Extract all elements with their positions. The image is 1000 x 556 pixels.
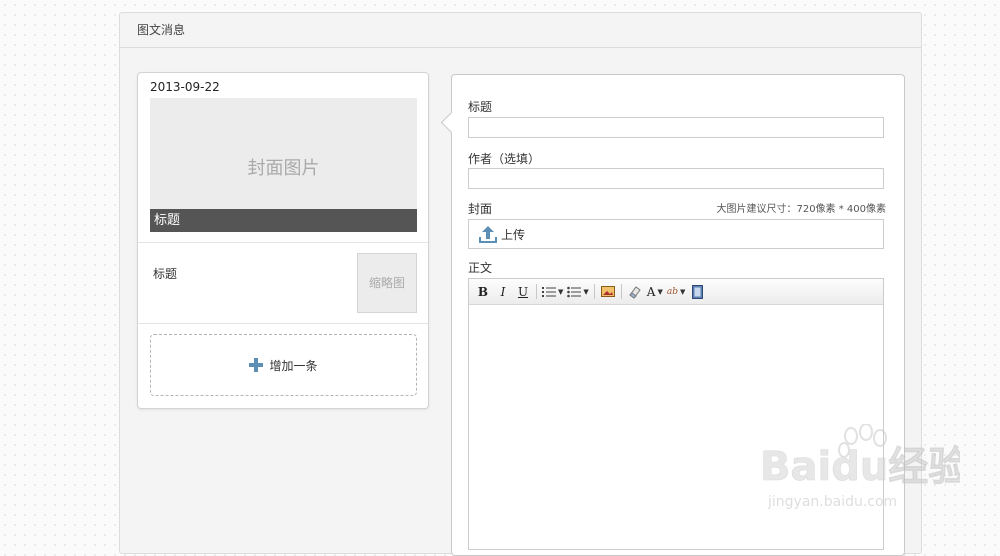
panel-title: 图文消息 — [120, 13, 921, 48]
cover-label: 封面 — [468, 202, 493, 216]
unordered-list-button[interactable]: ▼ — [567, 283, 589, 301]
message-list: 2013-09-22 封面图片 标题 标题 缩略图 增加一条 — [137, 72, 429, 409]
body-label: 正文 — [468, 261, 493, 275]
message-date: 2013-09-22 — [150, 80, 220, 94]
image-icon — [600, 286, 615, 297]
add-item-button[interactable]: 增加一条 — [150, 334, 417, 396]
watermark-url: jingyan.baidu.com — [767, 494, 897, 510]
title-input[interactable] — [468, 117, 884, 138]
video-icon — [691, 284, 703, 299]
upload-label: 上传 — [501, 227, 526, 242]
pointer-arrow — [440, 111, 463, 134]
underline-button[interactable]: U — [515, 283, 531, 301]
eraser-button[interactable] — [627, 283, 643, 301]
add-item-label: 增加一条 — [269, 358, 318, 373]
toolbar-separator — [620, 284, 622, 299]
author-label: 作者（选填） — [468, 152, 541, 166]
highlight-button[interactable]: ab ▼ — [667, 283, 686, 301]
cover-size-hint: 大图片建议尺寸：720像素 * 400像素 — [716, 204, 886, 215]
thumbnail-placeholder[interactable]: 缩略图 — [357, 253, 417, 313]
cover-title-bar: 标题 — [150, 209, 417, 232]
title-label: 标题 — [468, 100, 493, 114]
cover-placeholder: 封面图片 — [247, 158, 320, 179]
upload-button[interactable]: 上传 — [468, 219, 884, 249]
chevron-down-icon: ▼ — [583, 287, 589, 296]
watermark-brand: Baidu经验 — [760, 444, 960, 490]
font-color-button[interactable]: A ▼ — [647, 283, 663, 301]
chevron-down-icon: ▼ — [558, 287, 564, 296]
insert-video-button[interactable] — [689, 283, 705, 301]
baidu-paw-logo: Baidu经验 jingyan.baidu.com — [760, 423, 969, 510]
baidu-watermark: Baidu经验 jingyan.baidu.com — [760, 423, 969, 527]
divider — [138, 242, 428, 243]
chevron-down-icon: ▼ — [657, 287, 663, 296]
highlight-icon: ab — [666, 286, 678, 297]
bullet-list-icon — [567, 286, 582, 297]
chevron-down-icon: ▼ — [679, 287, 686, 296]
toolbar-separator — [536, 284, 537, 299]
cover-image-area[interactable]: 封面图片 标题 — [150, 98, 417, 232]
divider — [138, 323, 428, 324]
ordered-list-button[interactable]: ▼ — [542, 283, 563, 301]
eraser-icon — [629, 285, 641, 299]
bold-button[interactable]: B — [475, 283, 491, 301]
font-color-icon: A — [646, 284, 656, 299]
toolbar-separator — [593, 284, 595, 299]
insert-image-button[interactable] — [600, 283, 616, 301]
upload-icon — [479, 226, 497, 243]
plus-icon — [249, 358, 264, 372]
list-item-title[interactable]: 标题 — [153, 265, 177, 282]
ordered-list-icon — [542, 286, 556, 297]
author-input[interactable] — [468, 168, 884, 189]
editor-toolbar: B I U ▼ ▼ A ▼ ab ▼ — [469, 279, 883, 305]
italic-button[interactable]: I — [495, 283, 511, 301]
